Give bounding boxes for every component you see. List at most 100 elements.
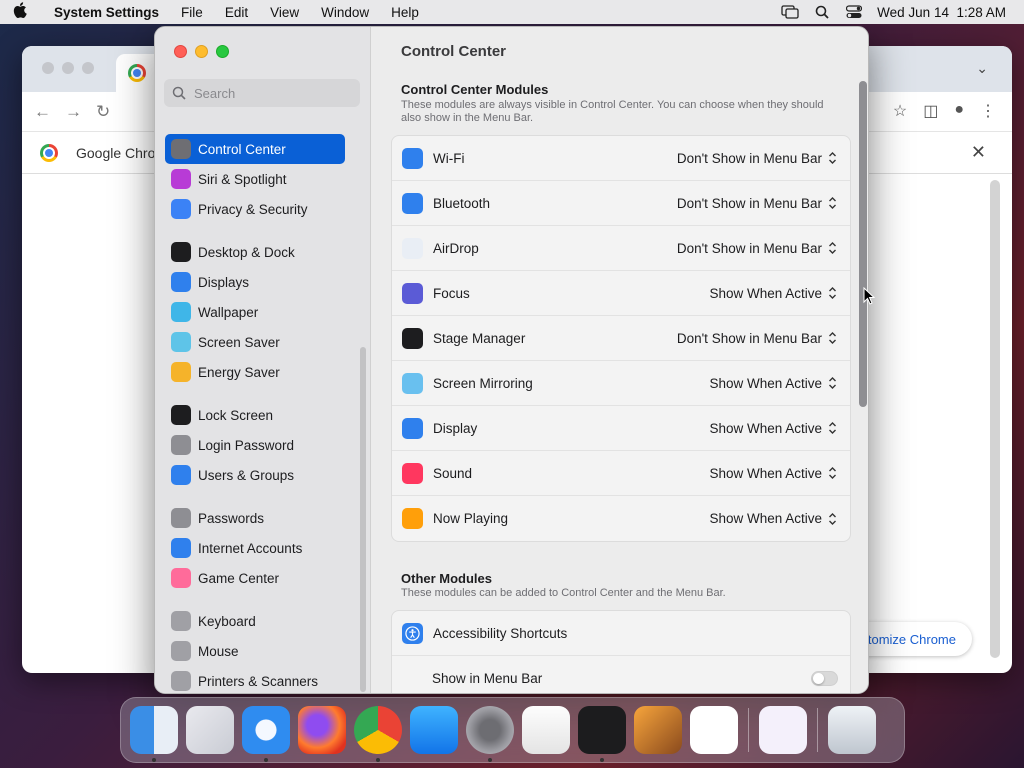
search-icon [172,86,186,100]
sidebar-item-desktop-dock[interactable]: Desktop & Dock [165,237,345,267]
lock-icon [171,435,191,455]
printer-icon [171,671,191,691]
clock[interactable]: Wed Jun 14 1:28 AM [877,5,1006,20]
menu-bar-visibility-popup[interactable]: Don't Show in Menu Bar [677,195,838,211]
dock-safari-icon[interactable] [242,706,290,762]
sidebar-item-label: Wallpaper [198,304,259,320]
close-window-button[interactable] [174,45,187,58]
airdrop-icon [402,237,423,259]
sidebar-item-control-center[interactable]: Control Center [165,134,345,164]
dock-textedit-icon[interactable] [522,706,570,754]
profile-icon[interactable]: ● [954,101,964,121]
popup-arrows-icon [827,150,838,166]
minimize-window-button[interactable] [195,45,208,58]
sidebar-item-displays[interactable]: Displays [165,267,345,297]
sidebar-item-energy-saver[interactable]: Energy Saver [165,357,345,387]
sidebar-item-printers-scanners[interactable]: Printers & Scanners [165,666,345,693]
side-panel-icon[interactable]: ◫ [923,101,938,121]
menu-window[interactable]: Window [310,5,380,20]
accessibility-shortcuts-label: Accessibility Shortcuts [433,625,568,641]
menu-bar-visibility-popup[interactable]: Don't Show in Menu Bar [677,150,838,166]
sidebar-item-lock-screen[interactable]: Lock Screen [165,400,345,430]
sidebar-item-siri-spotlight[interactable]: Siri & Spotlight [165,164,345,194]
dock-garageband-icon[interactable] [634,706,682,754]
row-stage-manager: Stage Manager Don't Show in Menu Bar [392,316,850,361]
sidebar-scrollbar[interactable] [360,347,366,692]
dock-launchpad-icon[interactable] [186,706,234,754]
sidebar-item-mouse[interactable]: Mouse [165,636,345,666]
app-menu[interactable]: System Settings [40,5,170,20]
sidebar: Search Control Center Siri & Spotlight Pri… [155,27,371,693]
sidebar-item-wallpaper[interactable]: Wallpaper [165,297,345,327]
module-label: Bluetooth [433,195,491,211]
dock-app-store-icon[interactable] [410,706,458,754]
sidebar-item-internet-accounts[interactable]: Internet Accounts [165,533,345,563]
dock-terminal-icon[interactable] [578,706,626,762]
sidebar-item-label: Lock Screen [198,407,274,423]
apple-menu-icon[interactable] [0,2,40,22]
popup-value: Don't Show in Menu Bar [676,330,822,346]
menu-view[interactable]: View [259,5,310,20]
menu-bar-visibility-popup[interactable]: Show When Active [709,285,838,301]
reload-icon[interactable]: ↻ [96,102,110,122]
row-screen-mirroring: Screen Mirroring Show When Active [392,361,850,406]
row-show-in-menu-bar: Show in Menu Bar [392,656,850,693]
control-center-icon[interactable] [845,5,863,19]
more-icon[interactable]: ⋮ [980,101,996,121]
zoom-window-button[interactable] [216,45,229,58]
stage-manager-icon [402,327,423,349]
menu-edit[interactable]: Edit [214,5,259,20]
menu-file[interactable]: File [170,5,214,20]
dock-visual-studio-code-icon[interactable] [690,706,738,754]
sidebar-item-users-groups[interactable]: Users & Groups [165,460,345,490]
sidebar-item-screen-saver[interactable]: Screen Saver [165,327,345,357]
screen-mirroring-icon[interactable] [781,5,799,19]
dock-finder-icon[interactable] [130,706,178,762]
sidebar-item-game-center[interactable]: Game Center [165,563,345,593]
keyboard-icon [171,611,191,631]
chrome-traffic-lights[interactable] [42,62,94,74]
menu-bar-visibility-popup[interactable]: Show When Active [709,420,838,436]
dock-firefox-icon[interactable] [298,706,346,754]
module-label: Stage Manager [433,330,526,346]
search-icon[interactable] [813,5,831,19]
menu-bar-visibility-popup[interactable]: Show When Active [709,511,838,527]
menu-bar-visibility-popup[interactable]: Don't Show in Menu Bar [677,330,838,346]
sidebar-item-login-password[interactable]: Login Password [165,430,345,460]
sidebar-item-privacy-security[interactable]: Privacy & Security [165,194,345,224]
forward-icon[interactable]: → [65,102,82,122]
popup-arrows-icon [827,375,838,391]
module-label: AirDrop [433,240,479,256]
chrome-logo-icon [40,144,58,162]
star-icon[interactable]: ☆ [893,101,907,121]
sidebar-item-passwords[interactable]: Passwords [165,503,345,533]
show-in-menu-bar-toggle[interactable] [811,671,838,686]
chevron-down-icon[interactable]: ⌄ [976,60,988,77]
menu-bar-visibility-popup[interactable]: Show When Active [709,465,838,481]
dock-system-settings-icon[interactable] [466,706,514,762]
lock-icon [171,405,191,425]
close-icon[interactable]: ✕ [971,142,986,163]
popup-arrows-icon [827,240,838,256]
sidebar-item-label: Game Center [198,570,280,586]
menu-help[interactable]: Help [380,5,430,20]
chrome-scrollbar[interactable] [990,180,1000,658]
flower-icon [171,302,191,322]
modules-section-desc: These modules are always visible in Cont… [401,99,824,124]
dock-trash-icon[interactable] [828,706,876,754]
search-field[interactable]: Search [164,79,360,107]
hand-icon [171,199,191,219]
dock-visual-studio-icon[interactable] [759,706,807,754]
bluetooth-icon [402,192,423,214]
main-scrollbar[interactable] [859,81,867,407]
menu-bar-visibility-popup[interactable]: Show When Active [709,375,838,391]
key-icon [171,508,191,528]
back-icon[interactable]: ← [34,102,51,122]
dock-google-chrome-icon[interactable] [354,706,402,762]
popup-value: Show When Active [709,420,822,436]
sidebar-item-label: Control Center [198,141,286,157]
menu-bar-visibility-popup[interactable]: Don't Show in Menu Bar [677,240,838,256]
dock-separator [817,708,818,752]
running-indicator [152,758,156,762]
sidebar-item-keyboard[interactable]: Keyboard [165,606,345,636]
